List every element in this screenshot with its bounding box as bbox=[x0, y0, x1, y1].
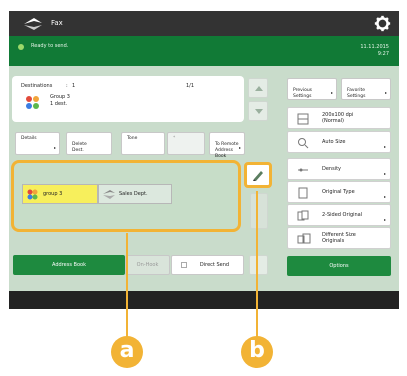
callout-b: b bbox=[241, 336, 273, 368]
fax-icon bbox=[103, 190, 115, 199]
options-label: Options bbox=[329, 263, 349, 269]
arrow-icon: ▸ bbox=[384, 90, 387, 95]
gear-icon[interactable] bbox=[374, 15, 391, 32]
clock: 11.11.2015 9:27 bbox=[360, 44, 389, 58]
group-scrollbar[interactable] bbox=[250, 193, 268, 229]
fax-icon bbox=[24, 18, 42, 30]
auto-size-setting[interactable]: Auto Size ▸ bbox=[287, 131, 391, 153]
chevron-down-icon bbox=[255, 109, 263, 114]
address-book-button[interactable]: Address Book bbox=[13, 255, 125, 275]
document-icon bbox=[298, 187, 308, 199]
auto-size-label: Auto Size bbox=[322, 139, 346, 145]
group-icon bbox=[27, 189, 38, 200]
delete-dest-label: Delete Dest. bbox=[72, 142, 87, 153]
destination-box: Destinations : 1 1/1 Group 3 1 dest. bbox=[12, 76, 244, 122]
on-hook-label: On-Hook bbox=[136, 262, 159, 268]
details-button[interactable]: Details ▸ bbox=[15, 132, 60, 155]
destinations-separator: : bbox=[66, 83, 68, 89]
resolution-label: 200x100 dpi (Normal) bbox=[322, 112, 354, 124]
details-label: Details bbox=[21, 136, 37, 141]
group-chip-label: group 3 bbox=[43, 191, 63, 197]
two-sided-icon bbox=[297, 210, 309, 221]
favorite-settings-label: Favorite Settings bbox=[347, 88, 366, 99]
different-size-originals-setting[interactable]: Different Size Originals bbox=[287, 227, 391, 249]
group-chip-label: Sales Dept. bbox=[119, 191, 148, 197]
arrow-icon: ▸ bbox=[238, 145, 241, 150]
options-button[interactable]: Options bbox=[287, 256, 391, 276]
previous-settings-button[interactable]: Previous Settings ▸ bbox=[287, 78, 337, 100]
zoom-icon bbox=[298, 138, 309, 149]
group-chip-sales-dept[interactable]: Sales Dept. bbox=[98, 184, 172, 204]
chevron-up-icon bbox=[255, 86, 263, 91]
arrow-icon: ▸ bbox=[383, 217, 386, 222]
scroll-up-button[interactable] bbox=[248, 78, 268, 98]
tone-label: Tone bbox=[127, 136, 138, 141]
group-chip-group3[interactable]: group 3 bbox=[22, 184, 98, 204]
callout-a: a bbox=[111, 336, 143, 368]
clock-time: 9:27 bbox=[377, 51, 389, 57]
star-label: * bbox=[173, 136, 176, 141]
tone-button[interactable]: Tone bbox=[121, 132, 165, 155]
different-size-icon bbox=[297, 233, 311, 244]
destinations-count: 1 bbox=[72, 83, 76, 89]
on-hook-button[interactable]: On-Hook bbox=[125, 255, 170, 275]
title-bar: Fax bbox=[9, 11, 399, 36]
callout-b-line bbox=[256, 191, 258, 338]
app-title: Fax bbox=[51, 19, 63, 27]
direct-send-checkbox[interactable] bbox=[181, 262, 187, 268]
resolution-setting[interactable]: 200x100 dpi (Normal) bbox=[287, 107, 391, 129]
group-destination-area: group 3 Sales Dept. bbox=[11, 160, 241, 232]
direct-send-label: Direct Send bbox=[199, 262, 230, 268]
direct-send-button[interactable]: Direct Send bbox=[171, 255, 244, 275]
group-icon bbox=[26, 96, 39, 109]
arrow-icon: ▸ bbox=[53, 145, 56, 150]
status-bar: Ready to send. 11.11.2015 9:27 bbox=[9, 36, 399, 66]
different-size-label: Different Size Originals bbox=[322, 232, 356, 244]
destinations-label: Destinations bbox=[21, 83, 53, 89]
clock-date: 11.11.2015 bbox=[360, 44, 389, 50]
resize-handle[interactable] bbox=[249, 255, 268, 275]
delete-dest-button[interactable]: Delete Dest. bbox=[66, 132, 112, 155]
pencil-icon bbox=[253, 171, 263, 181]
density-label: Density bbox=[322, 166, 342, 172]
favorite-settings-button[interactable]: Favorite Settings ▸ bbox=[341, 78, 391, 100]
page-indicator: 1/1 bbox=[186, 83, 195, 89]
destination-sub: 1 dest. bbox=[50, 101, 68, 107]
callout-a-line bbox=[126, 233, 128, 338]
star-button[interactable]: * bbox=[167, 132, 205, 155]
status-indicator-icon bbox=[18, 44, 24, 50]
arrow-icon: ▸ bbox=[330, 90, 333, 95]
arrow-icon: ▸ bbox=[383, 144, 386, 149]
previous-settings-label: Previous Settings bbox=[293, 88, 313, 99]
two-sided-label: 2-Sided Original bbox=[322, 212, 363, 218]
edit-group-button[interactable] bbox=[244, 162, 272, 188]
destination-group-name: Group 3 bbox=[50, 94, 70, 100]
density-icon bbox=[298, 168, 308, 172]
two-sided-original-setting[interactable]: 2-Sided Original ▸ bbox=[287, 204, 391, 226]
destination-name: Group 3 1 dest. bbox=[50, 94, 70, 108]
arrow-icon: ▸ bbox=[383, 171, 386, 176]
status-text: Ready to send. bbox=[31, 43, 69, 49]
bottom-bar bbox=[9, 291, 399, 309]
address-book-label: Address Book bbox=[52, 262, 86, 268]
arrow-icon: ▸ bbox=[383, 194, 386, 199]
original-type-label: Original Type bbox=[322, 189, 355, 195]
scroll-down-button[interactable] bbox=[248, 101, 268, 121]
to-remote-address-book-button[interactable]: To Remote Address Book ▸ bbox=[209, 132, 245, 159]
original-type-setting[interactable]: Original Type ▸ bbox=[287, 181, 391, 203]
density-setting[interactable]: Density ▸ bbox=[287, 158, 391, 180]
resolution-icon bbox=[297, 113, 309, 125]
